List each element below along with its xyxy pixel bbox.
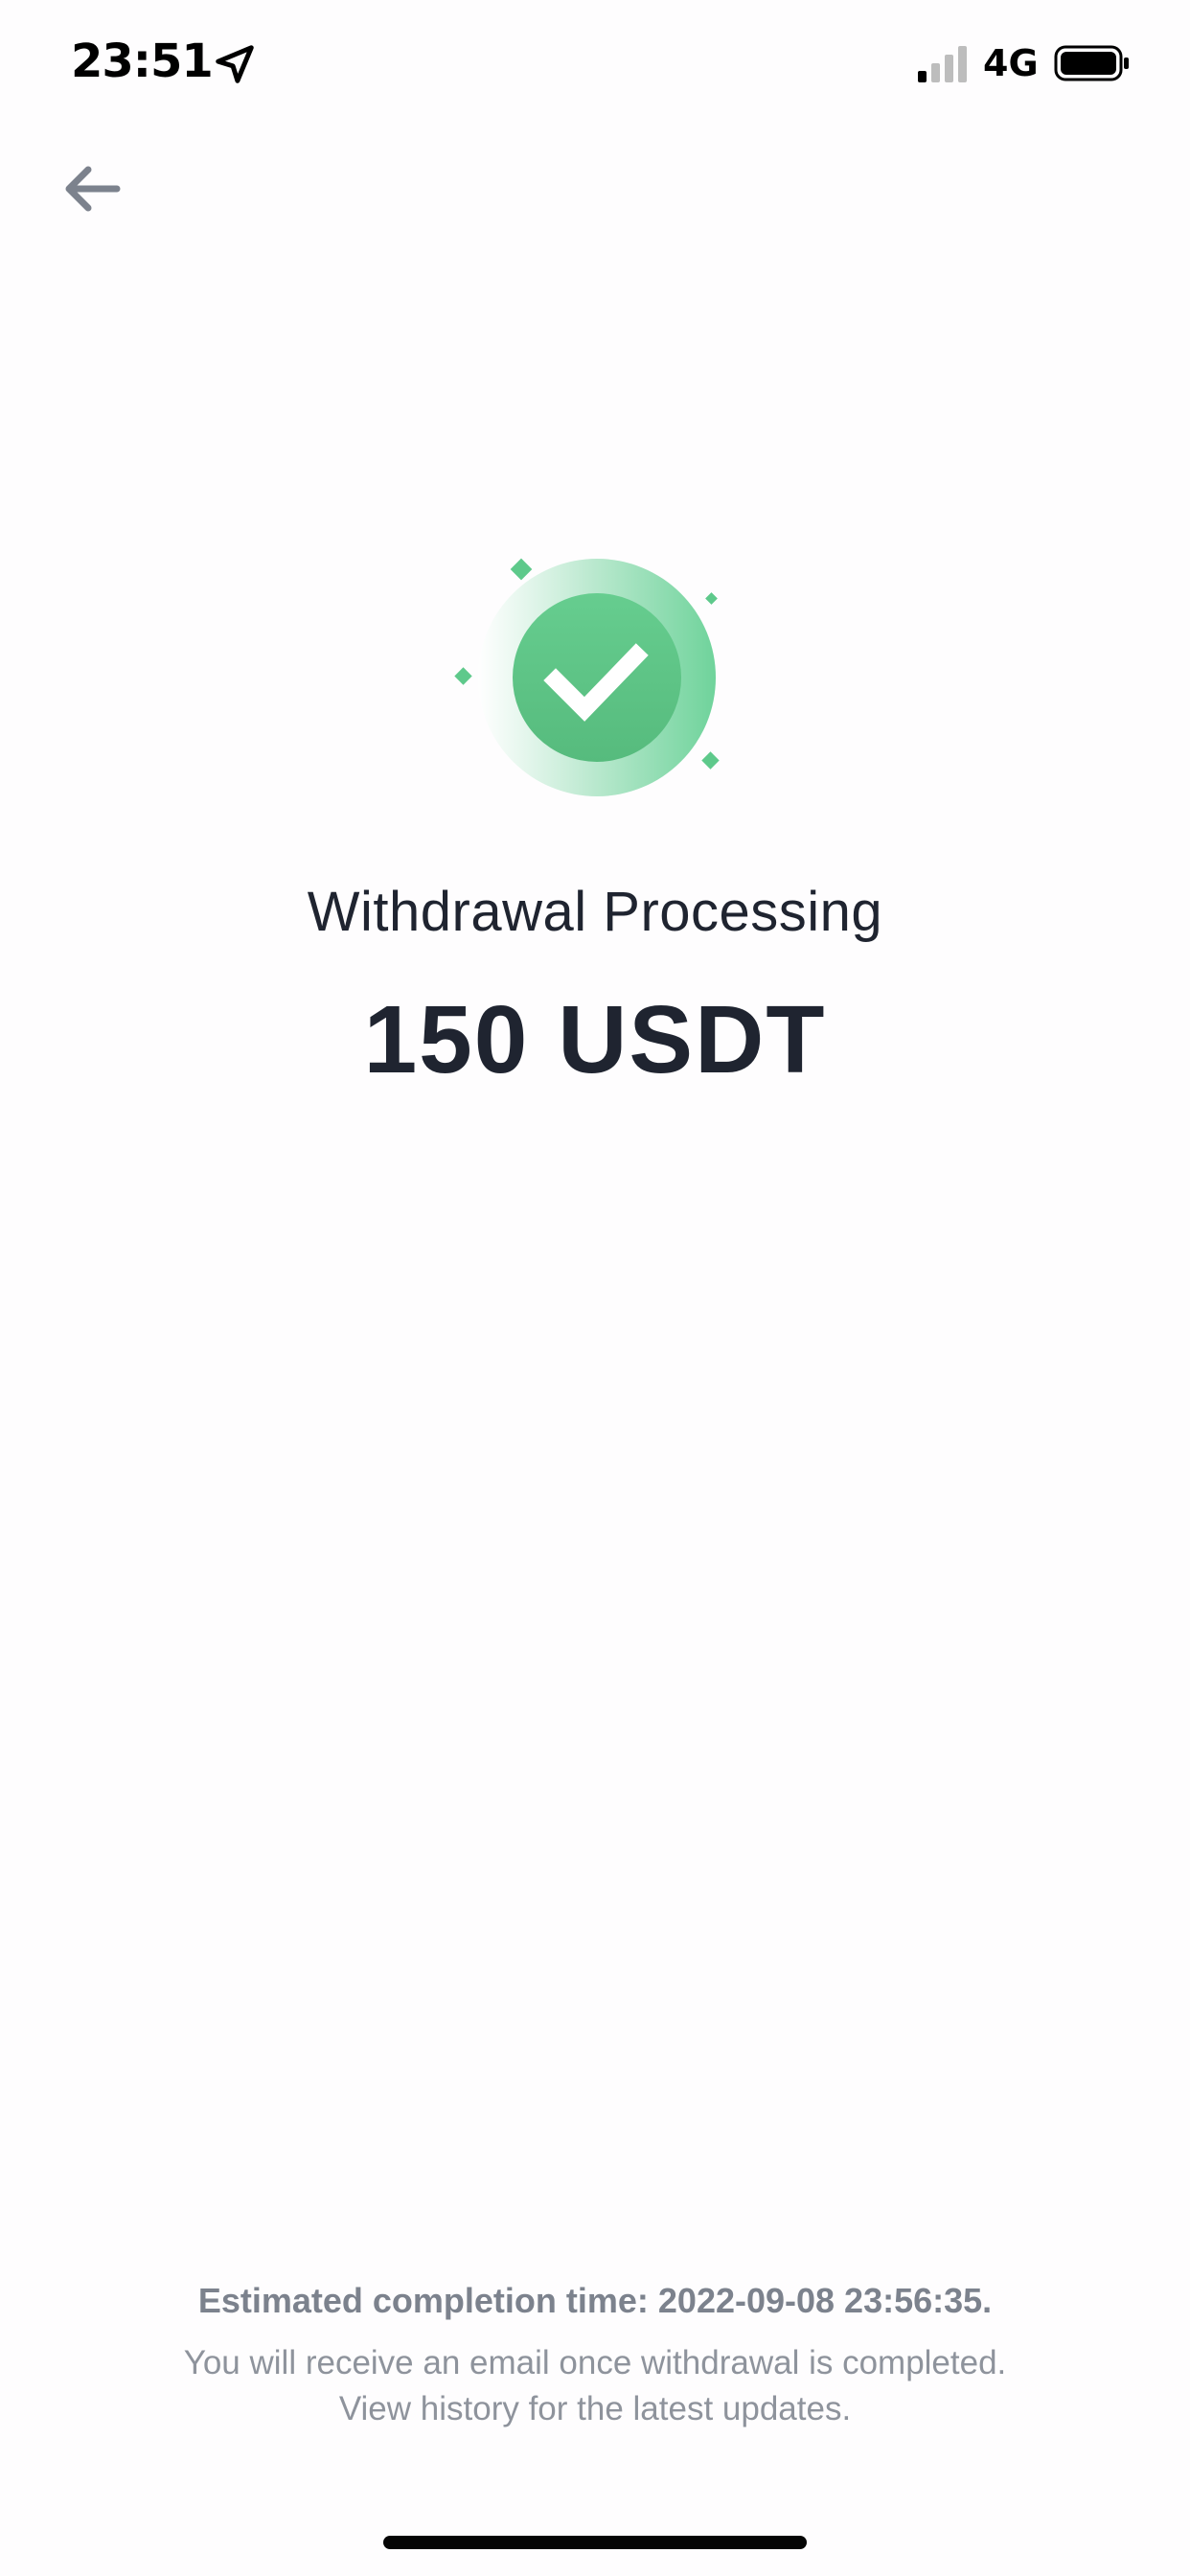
back-button[interactable] [57,153,128,224]
arrow-left-icon [65,166,121,212]
withdrawal-result-screen: 23:51 4G Withdrawal Processing 150 USDT … [0,0,1190,2576]
check-circle-icon [454,558,720,796]
status-time: 23:51 [71,34,214,88]
battery-full-icon [1054,45,1129,81]
home-indicator[interactable] [383,2536,807,2549]
status-bar: 23:51 4G [0,0,1190,134]
location-arrow-icon [216,45,254,83]
email-note: You will receive an email once withdrawa… [183,2344,1007,2381]
cellular-signal-icon [918,46,967,82]
footer-info: Estimated completion time: 2022-09-08 23… [0,2281,1190,2432]
page-title: Withdrawal Processing [307,881,883,943]
network-type: 4G [983,42,1039,84]
estimated-completion-time: Estimated completion time: 2022-09-08 23… [197,2281,993,2320]
withdrawal-amount: 150 USDT [363,986,827,1093]
history-note: View history for the latest updates. [338,2390,852,2427]
